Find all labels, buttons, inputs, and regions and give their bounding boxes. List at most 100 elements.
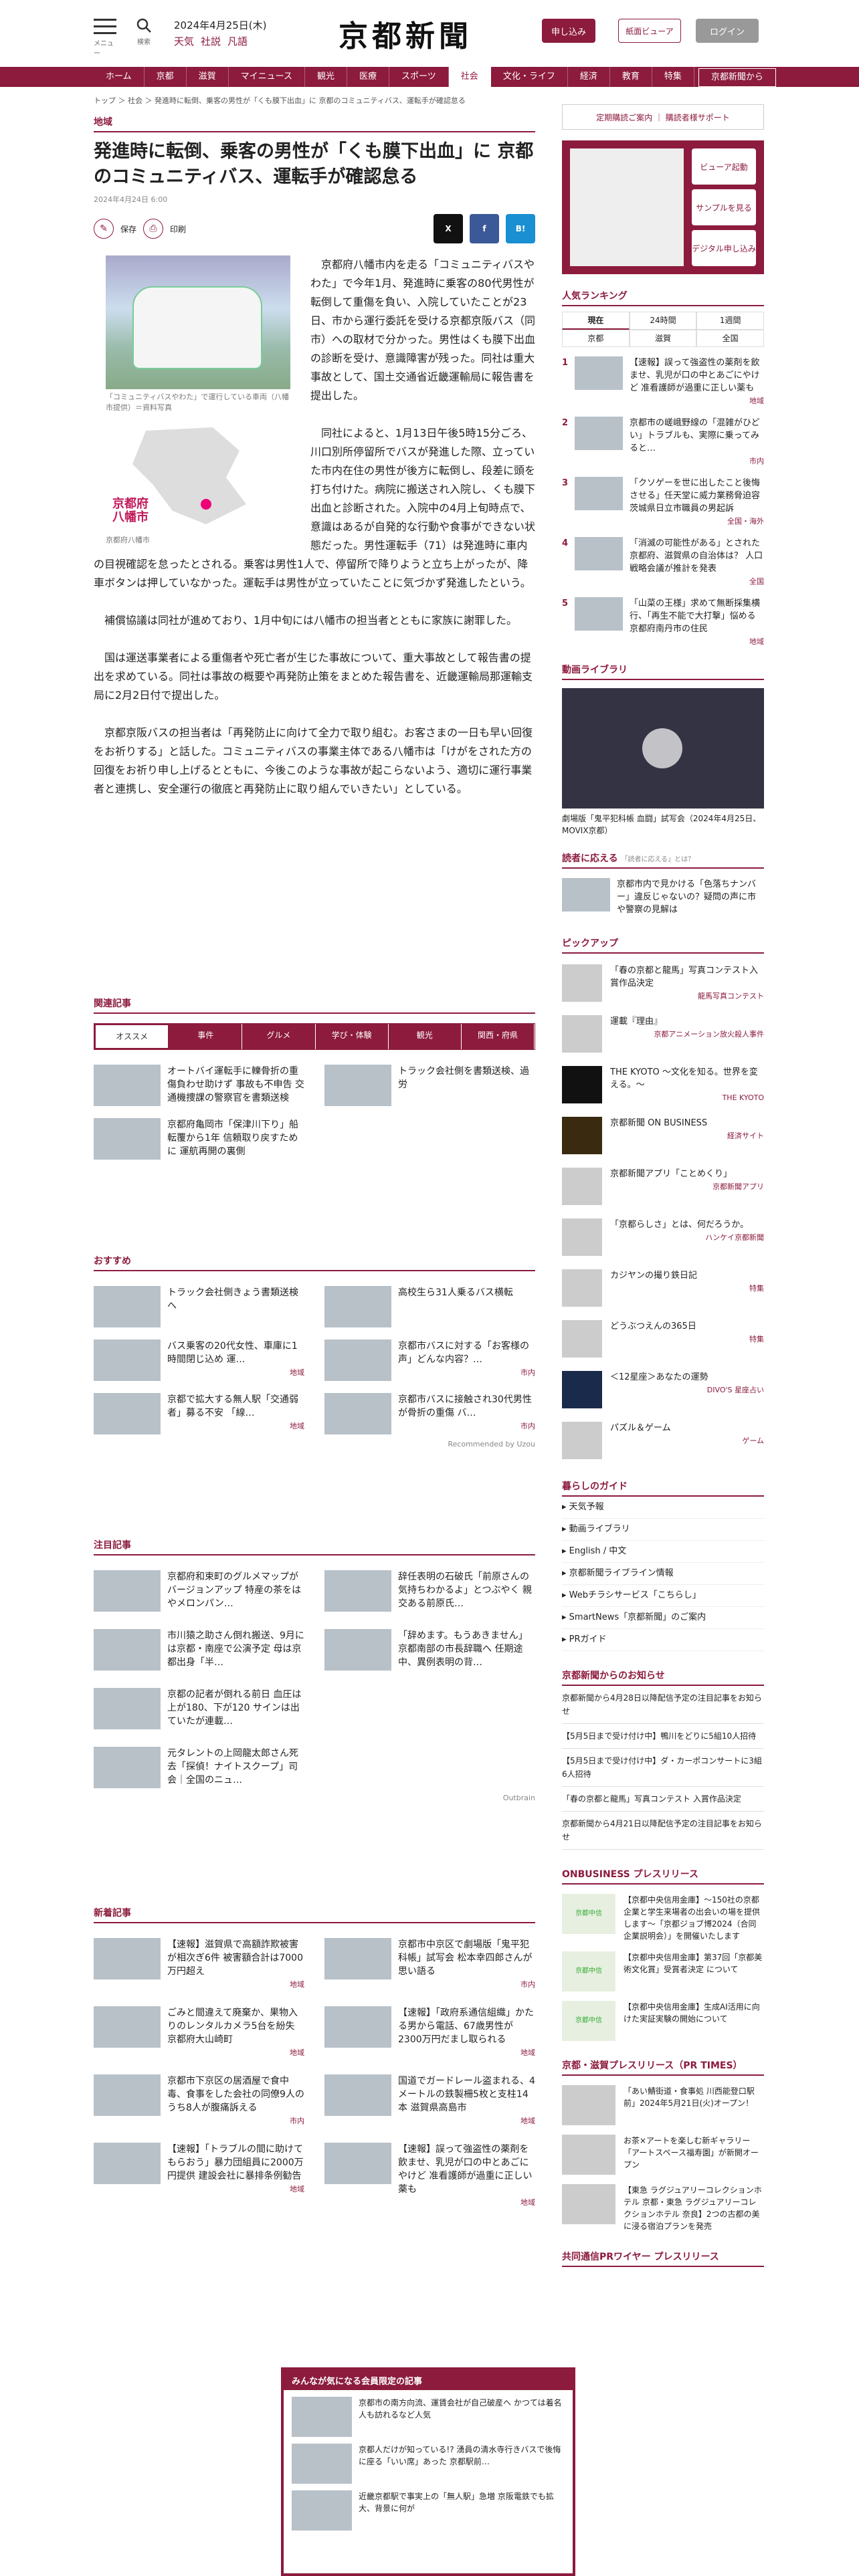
search-button[interactable]: 検索 <box>134 17 154 46</box>
list-item[interactable]: トラック会社側を書類送検、過労 <box>324 1065 535 1106</box>
list-item[interactable]: バス乗客の20代女性、車庫に1時間閉じ込め 運… 地域 <box>94 1339 304 1381</box>
bus-photo[interactable] <box>106 255 290 389</box>
press-item[interactable]: お茶×アートを楽しむ新ギャラリー「アートスペース福寿園」が新開オープン <box>562 2135 764 2175</box>
guide-link[interactable]: ▸ PRガイド <box>562 1629 764 1651</box>
pickup-item[interactable]: どうぶつえんの365日 特集 <box>562 1320 764 1360</box>
list-item[interactable]: トラック会社側きょう書類送検へ <box>94 1286 304 1327</box>
pickup-item[interactable]: 京都新聞 ON BUSINESS 経済サイト <box>562 1117 764 1157</box>
launch-viewer-button[interactable]: ビューア起動 <box>692 148 756 185</box>
guide-link[interactable]: ▸ Webチラシサービス「こちらし」 <box>562 1585 764 1607</box>
tab-gourmet[interactable]: グルメ <box>242 1024 316 1049</box>
breadcrumb[interactable]: トップ ＞ 社会 ＞ 発進時に転倒、乗客の男性が「くも膜下出血」に 京都のコミュ… <box>94 95 466 106</box>
print-icon[interactable]: ⎙ <box>143 219 164 239</box>
list-item[interactable]: 元タレントの上岡龍太郎さん死去「探偵！ナイトスクープ」司会｜全国のニュ… <box>94 1747 304 1788</box>
nav-from-kyoto[interactable]: 京都新聞から <box>698 68 776 87</box>
list-item[interactable]: 京都市中京区で劇場版「鬼平犯科帳」試写会 松本幸四郎さんが思い語る 市内 <box>324 1938 535 1992</box>
nav-medical[interactable]: 医療 <box>347 67 390 87</box>
notice-link[interactable]: 京都新聞から4月28日以降配信予定の注目記事をお知らせ <box>562 1686 764 1724</box>
nav-kyoto[interactable]: 京都 <box>145 67 187 87</box>
tab-now[interactable]: 現在 <box>562 312 630 330</box>
pickup-item[interactable]: 運載『理由』 京都アニメーション放火殺人事件 <box>562 1015 764 1055</box>
guide-link[interactable]: ▸ 天気予報 <box>562 1497 764 1519</box>
list-item[interactable]: 【速報】「トラブルの間に助けてもらおう」暴力団組員に2000万円提供 建設会社に… <box>94 2143 304 2210</box>
save-label[interactable]: 保存 <box>120 223 136 235</box>
hatena-share-icon[interactable]: B! <box>506 214 535 243</box>
guide-link[interactable]: ▸ SmartNews「京都新聞」のご案内 <box>562 1607 764 1629</box>
menu-button[interactable]: メニュー <box>94 19 116 58</box>
bongo-link[interactable]: 凡語 <box>227 35 248 47</box>
pickup-item[interactable]: 「春の京都と龍馬」写真コンテスト入賞作品決定 龍馬写真コンテスト <box>562 964 764 1004</box>
popup-item[interactable]: 京都市の南方向流、運賃会社が自己破産へ かつては着名人も訪れるなど人気 <box>292 2397 565 2437</box>
editorial-link[interactable]: 社説 <box>201 35 221 47</box>
weather-link[interactable]: 天気 <box>174 35 194 47</box>
list-item[interactable]: 【速報】「政府系通信組織」かたる男から電話、67歳男性が2300万円だまし取られ… <box>324 2006 535 2060</box>
list-item[interactable]: 「辞めます。もうあきません」京都南部の市長辞職へ 任期途中、異例表明の背… <box>324 1629 535 1671</box>
tab-week[interactable]: 1週間 <box>696 312 764 330</box>
ranking-item[interactable]: 2 京都市の嵯峨野線の「混雑がひどい」トラブルも、実際に乗ってみると… 市内 <box>562 417 764 467</box>
list-item[interactable]: 辞任表明の石破氏「前原さんの気持ちわかるよ」とつぶやく 親交ある前原氏… <box>324 1570 535 1612</box>
print-label[interactable]: 印刷 <box>170 223 186 235</box>
reader-item[interactable]: 京都市内で見かける「色落ちナンバー」違反じゃないの？疑問の声に市や警察の見解は <box>562 878 764 916</box>
digital-apply-button[interactable]: デジタル申し込み <box>692 230 756 266</box>
pickup-item[interactable]: 京都新聞アプリ「ことめくり」 京都新聞アプリ <box>562 1168 764 1208</box>
guide-link[interactable]: ▸ 京都新聞ライブライン情報 <box>562 1563 764 1585</box>
list-item[interactable]: 国道でガードレール盗まれる、4メートルの鉄製柵5枚と支柱14本 滋賀県高島市 地域 <box>324 2074 535 2128</box>
tab-national[interactable]: 全国 <box>696 330 764 347</box>
ranking-item[interactable]: 1 【速報】誤って強盗性の薬剤を飲ませ、乳児が口の中とあごにやけど 准看護師が過重… <box>562 356 764 407</box>
facebook-share-icon[interactable]: f <box>470 214 499 243</box>
nav-culture[interactable]: 文化・ライフ <box>491 67 568 87</box>
play-icon[interactable] <box>642 728 682 768</box>
x-share-icon[interactable]: X <box>434 214 463 243</box>
tab-24h[interactable]: 24時間 <box>629 312 697 330</box>
site-logo[interactable]: 京都新聞 <box>339 12 472 55</box>
nav-education[interactable]: 教育 <box>610 67 652 87</box>
subscription-links[interactable]: 定期購読ご案内 ｜ 購読者様サポート <box>562 104 764 130</box>
guide-link[interactable]: ▸ English / 中文 <box>562 1541 764 1563</box>
login-button[interactable]: ログイン <box>696 19 759 43</box>
ranking-item[interactable]: 4 「消滅の可能性がある」とされた京都府、滋賀県の自治体は？ 人口戦略会議が推計を… <box>562 537 764 588</box>
ranking-item[interactable]: 5 「山菜の王様」求めて無断採集横行、「再生不能で大打撃」悩める京都府南丹市の住民… <box>562 597 764 648</box>
notice-link[interactable]: 【5月5日まで受け付け中】鴨川をどりに5組10人招待 <box>562 1724 764 1749</box>
list-item[interactable]: 高校生ら31人乗るバス横転 <box>324 1286 535 1327</box>
tab-recommended[interactable]: オススメ <box>94 1024 170 1049</box>
guide-link[interactable]: ▸ 動画ライブラリ <box>562 1519 764 1541</box>
list-item[interactable]: 京都市下京区の居酒屋で食中毒、食事をした会社の同僚9人のうち8人が腹痛訴える 市内 <box>94 2074 304 2128</box>
tab-shiga[interactable]: 滋賀 <box>629 330 697 347</box>
list-item[interactable]: 【速報】誤って強盗性の薬剤を飲ませ、乳児が口の中とあごにやけど 准看護師が過重に… <box>324 2143 535 2210</box>
notice-link[interactable]: 【5月5日まで受け付け中】ダ・カーポコンサートに3組6人招待 <box>562 1749 764 1787</box>
list-item[interactable]: 京都の記者が倒れる前日 血圧は上が180、下が120 サインは出ていたが連載… <box>94 1688 304 1729</box>
subscribe-button[interactable]: 申し込み <box>542 19 595 43</box>
nav-society[interactable]: 社会 <box>448 67 491 87</box>
list-item[interactable]: 京都府和束町のグルメマップがバージョンアップ 特産の茶をはやメロンパン… <box>94 1570 304 1612</box>
sample-button[interactable]: サンプルを見る <box>692 189 756 225</box>
nav-sports[interactable]: スポーツ <box>389 67 449 87</box>
list-item[interactable]: 京都府亀岡市「保津川下り」船転覆から1年 信頼取り戻すために 運航再開の裏側 <box>94 1118 304 1160</box>
list-item[interactable]: 京都市バスに対する「お客様の声」どんな内容？… 市内 <box>324 1339 535 1381</box>
pickup-item[interactable]: カジヤンの撮り鉄日記 特集 <box>562 1269 764 1309</box>
press-item[interactable]: 【東急 ラグジュアリーコレクションホテル 京都・東急 ラグジュアリーコレクション… <box>562 2184 764 2232</box>
press-item[interactable]: 京都中信 【京都中央信用金庫】第37回「京都美術文化賞」受賞者決定 について <box>562 1951 764 1992</box>
press-item[interactable]: 京都中信 【京都中央信用金庫】〜150社の京都企業と学生来場者の出会いの場を提供し… <box>562 1894 764 1942</box>
pickup-item[interactable]: パズル＆ゲーム ゲーム <box>562 1422 764 1462</box>
nav-home[interactable]: ホーム <box>94 67 145 87</box>
pickup-item[interactable]: 「京都らしさ」とは、何だろうか。 ハンケイ京都新聞 <box>562 1218 764 1259</box>
pickup-item[interactable]: THE KYOTO 〜文化を知る。世界を変える。〜 THE KYOTO <box>562 1066 764 1106</box>
outbrain-credit[interactable]: Outbrain <box>94 1794 535 1802</box>
save-icon[interactable]: ✎ <box>94 219 114 239</box>
press-item[interactable]: 「あい鯖街道・食事処 川西能登口駅前」2024年5月21日(火)オープン！ <box>562 2085 764 2125</box>
ranking-item[interactable]: 3 「クソゲーを世に出したこと後悔させる」任天堂に威力業務脅迫容 茨城県日立市職員… <box>562 477 764 528</box>
popup-item[interactable]: 近畿京都駅で事実上の「無人駅」急増 京阪電鉄でも拡大、背景に何が <box>292 2490 565 2531</box>
nav-features[interactable]: 特集 <box>652 67 694 87</box>
nav-economy[interactable]: 経済 <box>568 67 610 87</box>
list-item[interactable]: 京都で拡大する無人駅「交通弱者」募る不安 「線… 地域 <box>94 1393 304 1434</box>
tab-incidents[interactable]: 事件 <box>169 1024 243 1049</box>
list-item[interactable]: オートバイ運転手に轢骨折の重傷負わせ助けず 事故も不申告 交通機捜課の警察官を書… <box>94 1065 304 1106</box>
tab-tourism[interactable]: 観光 <box>388 1024 462 1049</box>
list-item[interactable]: ごみと間違えて廃棄か、果物入りのレンタルカメラ5台を紛失 京都府大山崎町 地域 <box>94 2006 304 2060</box>
nav-shiga[interactable]: 滋賀 <box>187 67 229 87</box>
notice-link[interactable]: 「春の京都と龍馬」写真コンテスト 入賞作品決定 <box>562 1787 764 1812</box>
pickup-item[interactable]: ＜12星座＞あなたの運勢 DIVO'S 星座占い <box>562 1371 764 1411</box>
list-item[interactable]: 京都市バスに接触され30代男性が骨折の重傷 バ… 市内 <box>324 1393 535 1434</box>
tab-learning[interactable]: 学び・体験 <box>315 1024 389 1049</box>
reader-about-link[interactable]: 「読者に応える」とは？ <box>621 856 694 863</box>
